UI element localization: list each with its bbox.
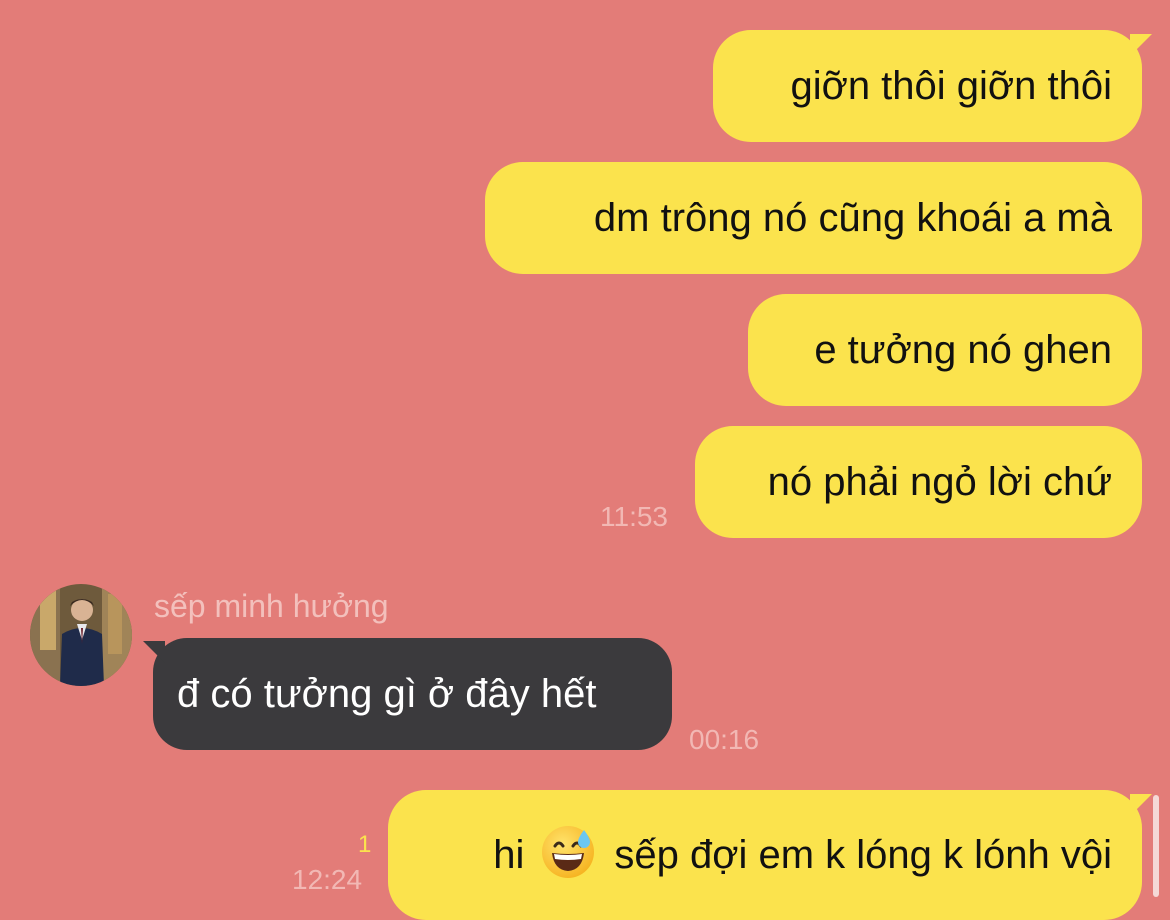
message-timestamp: 12:24	[292, 864, 363, 895]
message-text: dm trông nó cũng khoái a mà	[593, 196, 1112, 240]
message-text: sếp đợi em k lóng k lónh vội	[614, 833, 1112, 877]
message-text: đ có tưởng gì ở đây hết	[177, 672, 597, 716]
sender-name: sếp minh hưởng	[154, 588, 389, 624]
sender-avatar[interactable]	[30, 584, 132, 686]
message-text: e tưởng nó ghen	[814, 328, 1112, 372]
message-timestamp: 11:53	[600, 501, 668, 532]
bubble-tail	[143, 641, 165, 663]
avatar-image	[30, 584, 132, 686]
message-bubble-outgoing[interactable]: nó phải ngỏ lời chứ	[695, 426, 1142, 538]
message-bubble-incoming[interactable]: đ có tưởng gì ở đây hết	[153, 638, 672, 750]
message-timestamp: 00:16	[689, 724, 760, 755]
message-bubble-outgoing[interactable]: hi sếp đợi em k lóng k lónh vội	[388, 790, 1142, 920]
bubble-tail	[1130, 34, 1152, 56]
message-text: giỡn thôi giỡn thôi	[790, 64, 1112, 108]
unread-count-badge: 1	[358, 831, 372, 858]
message-bubble-outgoing[interactable]: dm trông nó cũng khoái a mà	[485, 162, 1142, 274]
grinning-face-with-sweat-icon	[540, 824, 596, 887]
bubble-tail	[1130, 794, 1152, 816]
message-text: nó phải ngỏ lời chứ	[767, 460, 1112, 504]
message-text: hi	[493, 833, 525, 877]
scrollbar[interactable]	[1153, 795, 1159, 897]
message-bubble-outgoing[interactable]: giỡn thôi giỡn thôi	[713, 30, 1142, 142]
message-bubble-outgoing[interactable]: e tưởng nó ghen	[748, 294, 1142, 406]
